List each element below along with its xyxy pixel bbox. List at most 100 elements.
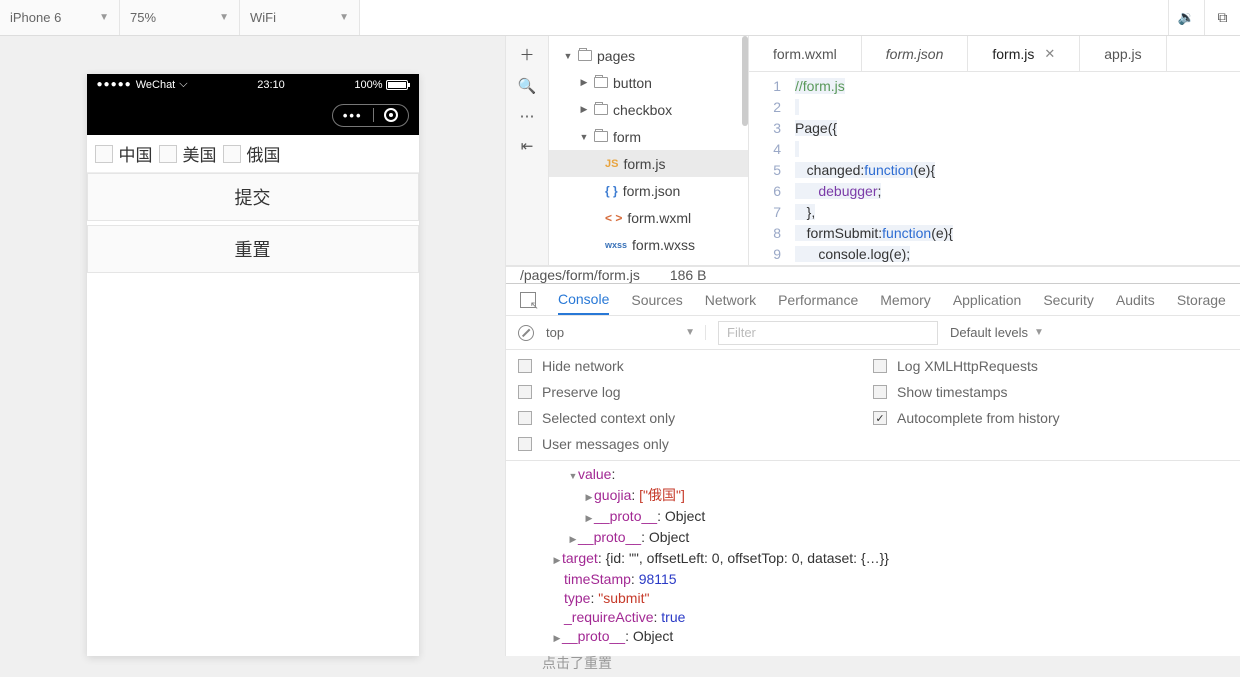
devtools-tab-network[interactable]: Network	[705, 292, 756, 308]
console-option[interactable]: Selected context only	[518, 410, 873, 426]
tab-label: form.json	[886, 46, 944, 62]
file-tree: ▼ pages ▶button▶checkbox▼formJSform.js{ …	[549, 36, 749, 265]
console-message: 点击了重置	[542, 654, 1240, 673]
network-select[interactable]: WiFi ▼	[240, 0, 360, 35]
levels-label: Default levels	[950, 325, 1028, 340]
top-toolbar: iPhone 6 ▼ 75% ▼ WiFi ▼ 🔉 ⧉	[0, 0, 1240, 36]
editor-statusbar: /pages/form/form.js 186 B	[506, 266, 1240, 283]
tree-item-button[interactable]: ▶button	[549, 69, 748, 96]
devtools-tab-audits[interactable]: Audits	[1116, 292, 1155, 308]
console-option[interactable]: Preserve log	[518, 384, 873, 400]
submit-button[interactable]: 提交	[87, 173, 419, 221]
editor-tab-form-js[interactable]: form.js✕	[968, 36, 1080, 71]
devtools-tab-application[interactable]: Application	[953, 292, 1022, 308]
log-levels-select[interactable]: Default levels ▼	[950, 325, 1044, 340]
element-picker-icon[interactable]	[520, 292, 536, 308]
code-lines: //form.js Page({ changed:function(e){ de…	[791, 72, 1240, 265]
devtools-tabs: Console Sources Network Performance Memory Ap…	[506, 284, 1240, 316]
checkbox-icon	[518, 359, 532, 373]
checkbox-ru[interactable]	[223, 145, 241, 163]
capsule-button[interactable]: •••	[332, 104, 409, 127]
editor-tab-form-json[interactable]: form.json	[862, 36, 969, 71]
devtools-tab-console[interactable]: Console	[558, 291, 609, 315]
devtools-tab-security[interactable]: Security	[1043, 292, 1094, 308]
zoom-select[interactable]: 75% ▼	[120, 0, 240, 35]
checkbox-icon	[518, 437, 532, 451]
folder-icon	[594, 131, 608, 142]
tree-label: form	[613, 129, 641, 145]
close-icon[interactable]: ✕	[1044, 46, 1055, 62]
tree-label: pages	[597, 48, 635, 64]
tab-label: app.js	[1104, 46, 1141, 62]
tree-label: checkbox	[613, 102, 672, 118]
close-capsule-icon	[384, 108, 398, 122]
chevron-down-icon: ▼	[219, 12, 229, 23]
option-label: Log XMLHttpRequests	[897, 358, 1038, 374]
tree-item-checkbox[interactable]: ▶checkbox	[549, 96, 748, 123]
wifi-icon: ⌵	[179, 78, 187, 91]
tree-label: form.json	[623, 183, 681, 199]
console-option[interactable]: Log XMLHttpRequests	[873, 358, 1228, 374]
devtools-tab-storage[interactable]: Storage	[1177, 292, 1226, 308]
checkbox-cn[interactable]	[95, 145, 113, 163]
collapse-icon[interactable]: ⇤	[521, 137, 534, 155]
json-icon: { }	[605, 184, 618, 198]
folder-icon	[594, 104, 608, 115]
option-label: Selected context only	[542, 410, 675, 426]
search-icon[interactable]: 🔍	[518, 77, 537, 95]
console-option[interactable]: ✓Autocomplete from history	[873, 410, 1228, 426]
mute-icon[interactable]: 🔉	[1168, 0, 1204, 35]
tree-folder-pages[interactable]: ▼ pages	[549, 42, 748, 69]
wxml-icon: < >	[605, 211, 622, 225]
option-label: User messages only	[542, 436, 669, 452]
more-icon: •••	[343, 108, 363, 123]
signal-icon: ●●●●●	[97, 79, 132, 90]
checkbox-us[interactable]	[159, 145, 177, 163]
editor-tab-form-wxml[interactable]: form.wxml	[749, 36, 862, 71]
code-editor[interactable]: 123456789 //form.js Page({ changed:funct…	[749, 72, 1240, 265]
phone-simulator: ●●●●● WeChat ⌵ 23:10 100% •••	[87, 74, 419, 656]
context-label: top	[546, 325, 564, 340]
tree-item-form[interactable]: ▼form	[549, 123, 748, 150]
folder-icon	[578, 50, 592, 61]
scrollbar-thumb[interactable]	[742, 36, 748, 126]
devtools-tab-performance[interactable]: Performance	[778, 292, 858, 308]
checkbox-row: 中国 美国 俄国	[87, 135, 419, 173]
more-icon[interactable]: ⋯	[520, 107, 535, 125]
editor-tabs: form.wxml form.json form.js✕ app.js	[749, 36, 1240, 72]
console-options: Hide network Preserve log Selected context…	[506, 350, 1240, 461]
reset-button[interactable]: 重置	[87, 225, 419, 273]
tree-item-form-json[interactable]: { } form.json	[549, 177, 748, 204]
simulator-pane: ●●●●● WeChat ⌵ 23:10 100% •••	[0, 36, 505, 656]
chevron-down-icon: ▼	[1034, 327, 1044, 338]
file-size: 186 B	[670, 267, 707, 283]
context-select[interactable]: top ▼	[546, 325, 706, 340]
devtools-tab-sources[interactable]: Sources	[631, 292, 682, 308]
screenshot-icon[interactable]: ⧉	[1204, 0, 1240, 35]
battery-pct: 100%	[354, 79, 382, 91]
js-icon: JS	[605, 158, 618, 170]
tree-item-form-wxss[interactable]: wxssform.wxss	[549, 231, 748, 258]
tree-label: button	[613, 75, 652, 91]
option-label: Hide network	[542, 358, 624, 374]
console-filter-input[interactable]: Filter	[718, 321, 938, 345]
checkbox-icon	[873, 359, 887, 373]
console-option[interactable]: Show timestamps	[873, 384, 1228, 400]
checkbox-label: 中国	[119, 141, 153, 166]
devtools-tab-memory[interactable]: Memory	[880, 292, 931, 308]
network-label: WiFi	[250, 10, 276, 25]
tree-item-form-js[interactable]: JSform.js	[549, 150, 748, 177]
add-icon[interactable]: ＋	[519, 44, 534, 65]
editor-tab-app-js[interactable]: app.js	[1080, 36, 1166, 71]
option-label: Preserve log	[542, 384, 621, 400]
checkbox-label: 俄国	[247, 141, 281, 166]
phone-nav: •••	[87, 95, 419, 135]
checkbox-icon: ✓	[873, 411, 887, 425]
console-output[interactable]: ▼value: ▶guojia: ["俄国"] ▶__proto__: Obje…	[506, 461, 1240, 677]
checkbox-icon	[518, 385, 532, 399]
device-select[interactable]: iPhone 6 ▼	[0, 0, 120, 35]
clear-console-icon[interactable]	[518, 325, 534, 341]
console-option[interactable]: Hide network	[518, 358, 873, 374]
console-option[interactable]: User messages only	[518, 436, 873, 452]
tree-item-form-wxml[interactable]: < >form.wxml	[549, 204, 748, 231]
